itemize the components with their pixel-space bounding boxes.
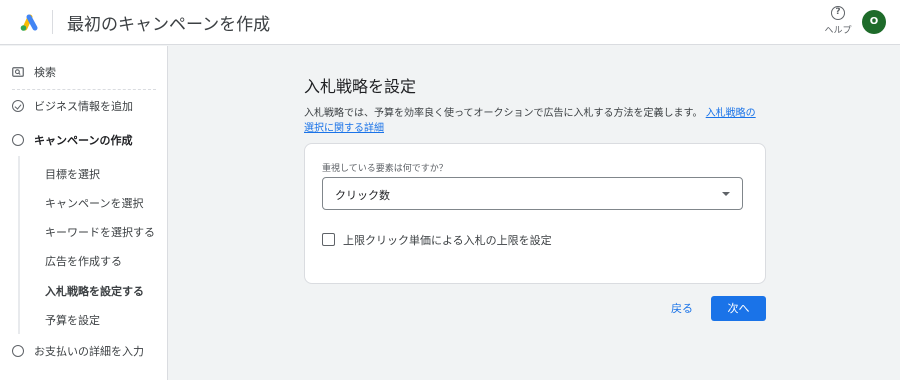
substep-campaign-type[interactable]: キャンペーンを選択 bbox=[45, 195, 143, 211]
circle-icon bbox=[12, 345, 24, 357]
substep-ads[interactable]: 広告を作成する bbox=[45, 253, 122, 269]
substep-rail bbox=[18, 156, 20, 334]
sidebar-step-label: ビジネス情報を追加 bbox=[34, 100, 133, 113]
help-icon: ? bbox=[831, 6, 845, 20]
circle-icon bbox=[12, 134, 24, 146]
sidebar-step-label: お支払いの詳細を入力 bbox=[34, 345, 144, 358]
search-box-icon bbox=[12, 67, 24, 77]
dropdown-arrow-icon bbox=[722, 192, 730, 196]
sidebar-step-payment[interactable]: お支払いの詳細を入力 bbox=[0, 344, 168, 358]
sidebar-divider bbox=[12, 89, 156, 90]
focus-label: 重視している要素は何ですか？ bbox=[322, 164, 448, 174]
substep-bidding[interactable]: 入札戦略を設定する bbox=[45, 283, 144, 299]
sidebar-step-business-info[interactable]: ビジネス情報を追加 bbox=[0, 99, 168, 113]
section-title: 入札戦略を設定 bbox=[304, 77, 417, 96]
substep-goal[interactable]: 目標を選択 bbox=[45, 166, 100, 182]
page-title: 最初のキャンペーンを作成 bbox=[67, 15, 271, 35]
sidebar-step-create-campaign[interactable]: キャンペーンの作成 bbox=[0, 133, 168, 147]
description-text: 入札戦略では、予算を効率良く使ってオークションで広告に入札する方法を定義します。 bbox=[304, 108, 703, 119]
help-button[interactable]: ? ヘルプ bbox=[822, 4, 854, 36]
max-cpc-checkbox-label[interactable]: 上限クリック単価による入札の上限を設定 bbox=[343, 232, 552, 248]
substep-keywords[interactable]: キーワードを選択する bbox=[45, 224, 155, 240]
sidebar: 検索 ビジネス情報を追加 キャンペーンの作成 目標を選択 キャンペーンを選択 キ… bbox=[0, 46, 168, 380]
focus-select-value: クリック数 bbox=[335, 189, 390, 202]
help-label: ヘルプ bbox=[824, 26, 852, 36]
max-cpc-checkbox[interactable] bbox=[322, 233, 335, 246]
header-divider bbox=[52, 10, 53, 34]
google-ads-logo-icon[interactable] bbox=[18, 12, 40, 32]
sidebar-step-label: キャンペーンの作成 bbox=[34, 134, 133, 147]
app-header: 最初のキャンペーンを作成 ? ヘルプ O bbox=[0, 0, 900, 45]
check-circle-icon bbox=[12, 100, 24, 112]
section-description: 入札戦略では、予算を効率良く使ってオークションで広告に入札する方法を定義します。… bbox=[304, 106, 764, 136]
avatar[interactable]: O bbox=[862, 10, 886, 34]
bidding-card: 重視している要素は何ですか？ クリック数 上限クリック単価による入札の上限を設定 bbox=[304, 143, 766, 284]
substep-budget[interactable]: 予算を設定 bbox=[45, 312, 100, 328]
back-button[interactable]: 戻る bbox=[662, 296, 702, 321]
next-button[interactable]: 次へ bbox=[711, 296, 766, 321]
sidebar-search[interactable]: 検索 bbox=[0, 65, 168, 79]
sidebar-search-label: 検索 bbox=[34, 66, 56, 79]
focus-select[interactable]: クリック数 bbox=[322, 177, 743, 210]
